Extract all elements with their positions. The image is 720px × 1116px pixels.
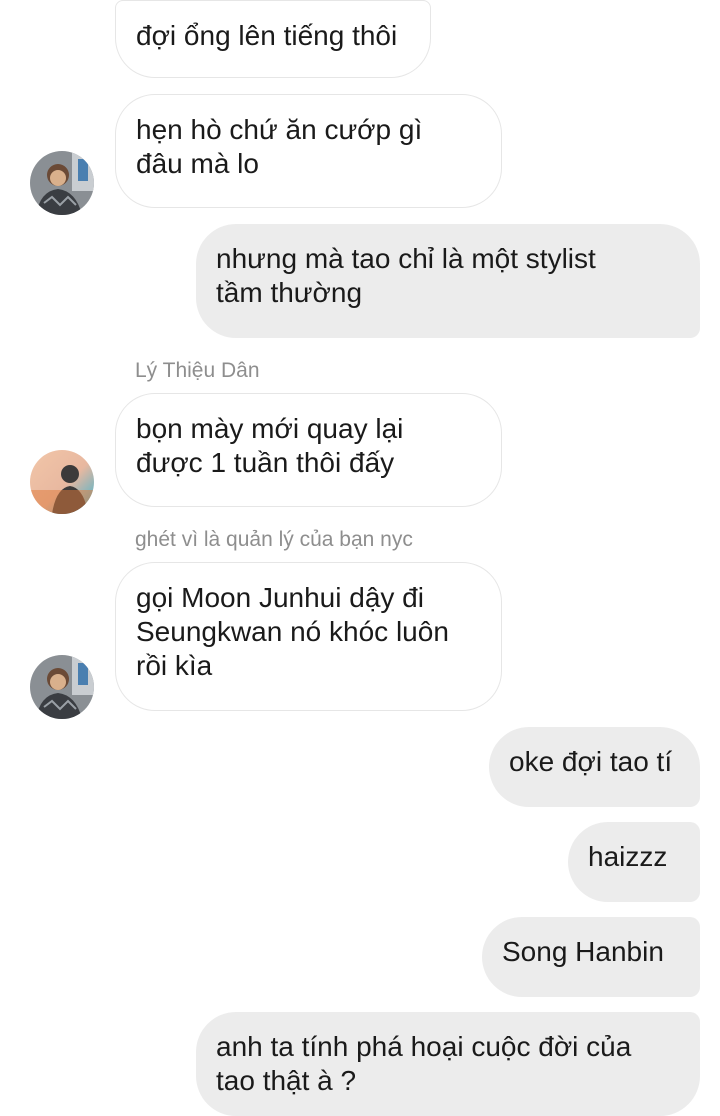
contact-avatar[interactable] [30,450,94,514]
contact-avatar[interactable] [30,151,94,215]
outgoing-message-bubble[interactable]: Song Hanbin [482,917,700,997]
chat-thread: đợi ổng lên tiếng thôi hẹn hò chứ ăn cướ… [0,0,720,1116]
person-silhouette-icon [30,450,94,514]
outgoing-message-bubble[interactable]: nhưng mà tao chỉ là một stylist tầm thườ… [196,224,700,338]
outgoing-message-bubble[interactable]: oke đợi tao tí [489,727,700,807]
outgoing-message-bubble[interactable]: anh ta tính phá hoại cuộc đời của tao th… [196,1012,700,1116]
contact-avatar[interactable] [30,655,94,719]
person-photo-icon [30,655,94,719]
sender-name: Lý Thiệu Dân [135,359,260,382]
person-photo-icon [30,151,94,215]
sender-name: ghét vì là quản lý của bạn nyc [135,528,413,551]
outgoing-message-bubble[interactable]: haizzz [568,822,700,902]
incoming-message-bubble[interactable]: gọi Moon Junhui dậy đi Seungkwan nó khóc… [115,562,502,711]
incoming-message-bubble[interactable]: đợi ổng lên tiếng thôi [115,0,431,78]
incoming-message-bubble[interactable]: hẹn hò chứ ăn cướp gì đâu mà lo [115,94,502,208]
incoming-message-bubble[interactable]: bọn mày mới quay lại được 1 tuần thôi đấ… [115,393,502,507]
